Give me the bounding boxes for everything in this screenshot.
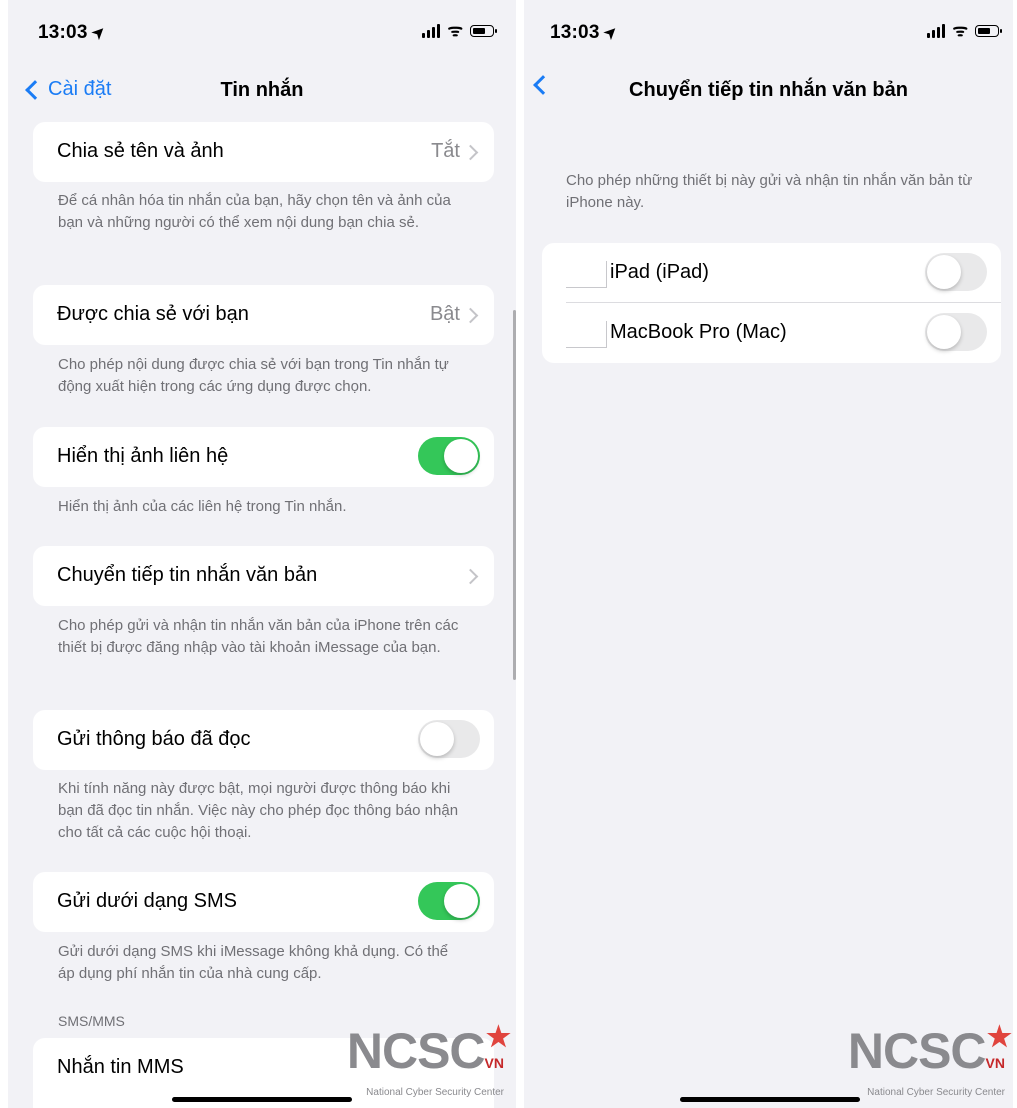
section-footer: Gửi dưới dạng SMS khi iMessage không khả…	[58, 943, 449, 982]
status-icons: ᯤ	[422, 21, 497, 40]
device-icon	[566, 261, 607, 288]
wifi-icon: ᯤ	[952, 21, 968, 40]
share-name-photo-row[interactable]: Chia sẻ tên và ảnh Tắt	[33, 122, 494, 182]
show-contact-photos-row: Hiển thị ảnh liên hệ	[33, 427, 494, 487]
send-as-sms-toggle[interactable]	[418, 882, 480, 920]
row-label: Gửi dưới dạng SMS	[57, 890, 237, 912]
location-arrow-icon: ➤	[88, 22, 110, 44]
ncsc-watermark-logo: NCSCVN ★ National Cyber Security Center	[848, 1021, 1012, 1098]
page-title: Tin nhắn	[220, 79, 304, 101]
page-title: Chuyển tiếp tin nhắn văn bản	[629, 79, 908, 101]
devices-list: iPad (iPad) MacBook Pro (Mac)	[542, 243, 1001, 363]
messages-settings-screen: 13:03➤ ᯤ Cài đặt Tin nhắn Chia sẻ tên và…	[8, 0, 516, 1108]
chevron-right-icon	[462, 568, 479, 585]
toggle-knob	[927, 315, 961, 349]
macbook-forwarding-toggle[interactable]	[925, 313, 987, 351]
row-value: Bật	[429, 303, 460, 325]
home-indicator	[172, 1097, 352, 1102]
section-footer: Hiển thị ảnh của các liên hệ trong Tin n…	[58, 498, 347, 515]
section-footer: Để cá nhân hóa tin nhắn của bạn, hãy chọ…	[58, 192, 451, 231]
row-value: Tắt	[431, 140, 460, 162]
shared-with-you-row[interactable]: Được chia sẻ với bạn Bật	[33, 285, 494, 345]
logo-brand: NCSC	[847, 1023, 987, 1079]
section-footer: Cho phép gửi và nhận tin nhắn văn bản củ…	[58, 617, 459, 656]
row-label: Hiển thị ảnh liên hệ	[57, 445, 229, 467]
status-time: 13:03	[38, 22, 88, 43]
device-label: MacBook Pro (Mac)	[610, 321, 787, 343]
device-row-ipad: iPad (iPad)	[542, 243, 1001, 303]
logo-tagline: National Cyber Security Center	[867, 1087, 1005, 1098]
battery-icon	[975, 25, 1002, 37]
cellular-signal-icon	[422, 24, 441, 38]
location-arrow-icon: ➤	[600, 22, 622, 44]
toggle-knob	[927, 255, 961, 289]
row-label: Gửi thông báo đã đọc	[57, 728, 251, 750]
send-as-sms-row: Gửi dưới dạng SMS	[33, 872, 494, 932]
ncsc-watermark-logo: NCSCVN ★ National Cyber Security Center	[347, 1021, 511, 1098]
section-footer: Cho phép nội dung được chia sẻ với bạn t…	[58, 356, 449, 395]
star-icon: ★	[485, 1021, 511, 1052]
navigation-bar: Chuyển tiếp tin nhắn văn bản	[524, 70, 1013, 114]
toggle-knob	[444, 884, 478, 918]
text-forwarding-screen: 13:03➤ ᯤ Chuyển tiếp tin nhắn văn bản Ch…	[524, 0, 1013, 1108]
chevron-right-icon	[462, 307, 479, 324]
toggle-knob	[444, 439, 478, 473]
forwarding-description: Cho phép những thiết bị này gửi và nhận …	[566, 172, 973, 211]
send-read-receipts-row: Gửi thông báo đã đọc	[33, 710, 494, 770]
logo-brand: NCSC	[346, 1023, 486, 1079]
wifi-icon: ᯤ	[447, 21, 463, 40]
device-row-macbook: MacBook Pro (Mac)	[542, 303, 1001, 363]
battery-icon	[470, 25, 497, 37]
scroll-indicator	[513, 310, 516, 680]
device-icon	[566, 321, 607, 348]
ipad-forwarding-toggle[interactable]	[925, 253, 987, 291]
status-icons: ᯤ	[927, 21, 1002, 40]
device-label: iPad (iPad)	[610, 261, 709, 283]
star-icon: ★	[986, 1021, 1012, 1052]
show-contact-photos-toggle[interactable]	[418, 437, 480, 475]
row-label: Chuyển tiếp tin nhắn văn bản	[57, 564, 318, 586]
row-label: Nhắn tin MMS	[57, 1056, 184, 1078]
row-label: Được chia sẻ với bạn	[57, 303, 249, 325]
status-time: 13:03	[550, 22, 600, 43]
cellular-signal-icon	[927, 24, 946, 38]
row-label: Chia sẻ tên và ảnh	[57, 140, 224, 162]
logo-tagline: National Cyber Security Center	[366, 1087, 504, 1098]
toggle-knob	[420, 722, 454, 756]
navigation-bar: Cài đặt Tin nhắn	[8, 70, 516, 114]
home-indicator	[680, 1097, 860, 1102]
section-footer: Khi tính năng này được bật, mọi người đư…	[58, 780, 459, 841]
status-bar-time: 13:03➤	[38, 22, 109, 44]
chevron-right-icon	[462, 144, 479, 161]
status-bar-time: 13:03➤	[550, 22, 621, 44]
text-message-forwarding-row[interactable]: Chuyển tiếp tin nhắn văn bản	[33, 546, 494, 606]
send-read-receipts-toggle[interactable]	[418, 720, 480, 758]
